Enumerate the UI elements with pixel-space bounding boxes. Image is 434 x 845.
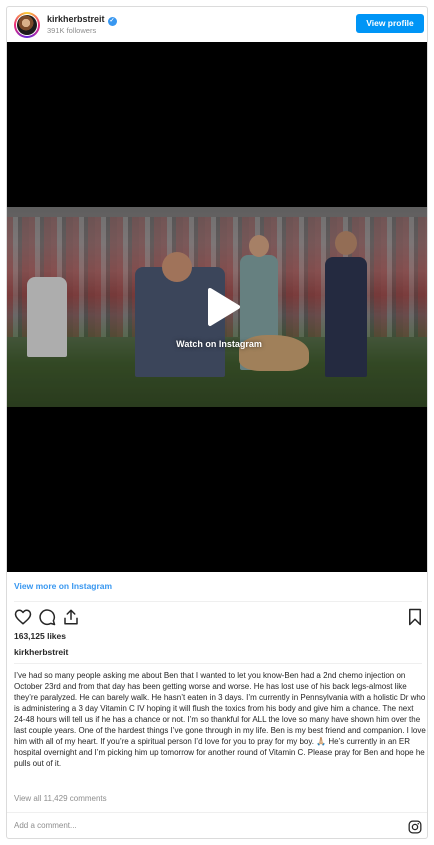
instagram-logo-icon[interactable] — [408, 820, 422, 834]
username[interactable]: kirkherbstreit — [47, 14, 105, 24]
post-header: kirkherbstreit ✓ 391K followers View prof… — [7, 7, 427, 42]
view-all-comments-link[interactable]: View all 11,429 comments — [14, 794, 107, 803]
verified-badge-icon: ✓ — [107, 17, 117, 26]
play-icon[interactable] — [198, 284, 244, 330]
heart-icon[interactable] — [14, 608, 32, 626]
view-more-link[interactable]: View more on Instagram — [14, 581, 112, 591]
caption-text: I’ve had so many people asking me about … — [14, 671, 426, 768]
view-profile-button[interactable]: View profile — [356, 14, 424, 33]
avatar-image — [17, 15, 37, 35]
divider — [14, 663, 422, 664]
divider — [14, 601, 422, 602]
avatar[interactable] — [14, 12, 40, 38]
caption-username[interactable]: kirkherbstreit — [14, 647, 68, 657]
action-bar — [7, 608, 427, 628]
watch-on-instagram-label[interactable]: Watch on Instagram — [7, 339, 427, 349]
followers-count: 391K followers — [47, 26, 97, 35]
instagram-embed-card: kirkherbstreit ✓ 391K followers View prof… — [6, 6, 428, 839]
comment-icon[interactable] — [38, 608, 56, 626]
play-overlay[interactable]: Watch on Instagram — [7, 42, 427, 572]
share-icon[interactable] — [62, 608, 80, 626]
video-player[interactable]: Watch on Instagram — [7, 42, 427, 572]
bookmark-icon[interactable] — [406, 608, 424, 626]
comment-bar: Add a comment... — [7, 812, 427, 838]
add-comment-input[interactable]: Add a comment... — [14, 821, 77, 830]
likes-count[interactable]: 163,125 likes — [14, 631, 66, 641]
username-line[interactable]: kirkherbstreit ✓ — [47, 14, 117, 26]
